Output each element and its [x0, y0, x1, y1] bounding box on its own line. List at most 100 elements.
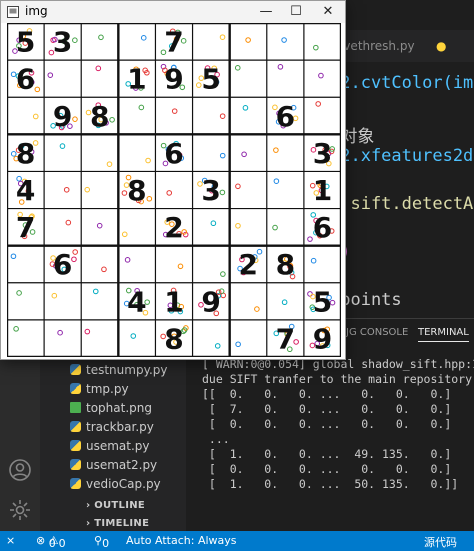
keypoint-marker [57, 329, 63, 336]
keypoint-marker [235, 341, 241, 348]
sudoku-digit: 2 [238, 248, 257, 281]
keypoint-marker [130, 333, 137, 339]
keypoint-marker [219, 113, 226, 119]
tab-ivethresh[interactable]: ivethresh.py [340, 30, 415, 62]
file-item[interactable]: usemat2.py [70, 458, 157, 476]
keypoint-marker [84, 328, 91, 335]
keypoint-marker [59, 143, 66, 149]
keypoint-marker [235, 183, 241, 190]
sudoku-digit: 6 [313, 211, 332, 244]
python-file-icon [70, 383, 81, 394]
port-count: 0 [102, 537, 110, 550]
remote-icon[interactable]: ⨯ [6, 534, 15, 547]
keypoint-marker [47, 72, 54, 78]
window-titlebar[interactable]: img — ☐ ✕ [1, 1, 345, 23]
keypoint-marker [138, 104, 145, 111]
errors-indicator[interactable]: ⊗ 0 ⚠ 0 [36, 534, 66, 550]
keypoint-marker [177, 263, 184, 270]
sudoku-digit: 8 [90, 100, 109, 133]
keypoint-marker [273, 147, 279, 153]
sudoku-digit: 7 [16, 211, 35, 244]
timeline-section[interactable]: › TIMELINE [86, 518, 149, 529]
sudoku-digit: 1 [313, 174, 332, 207]
file-name: usemat.py [86, 439, 150, 453]
file-item[interactable]: vedioCap.py [70, 477, 161, 495]
file-item[interactable]: usemat.py [70, 439, 150, 457]
keypoint-marker [313, 44, 319, 51]
file-item[interactable]: trackbar.py [70, 420, 154, 438]
terminal-line: [ 1. 0. 0. ... 50. 135. 0.]] [202, 477, 459, 491]
keypoint-marker [121, 190, 128, 196]
keypoint-marker [109, 116, 115, 123]
keypoint-marker [281, 299, 288, 306]
sudoku-digit: 9 [313, 322, 332, 355]
terminal-line: [[ 0. 0. 0. ... 0. 0. 0.] [202, 387, 452, 401]
code-line: v2.cvtColor(im [330, 73, 474, 93]
timeline-label: TIMELINE [94, 518, 150, 529]
status-right-text[interactable]: 源代码 [424, 534, 457, 550]
keypoint-marker [241, 151, 247, 158]
ports-indicator[interactable]: ⚲ 0 [94, 534, 109, 550]
account-icon[interactable] [8, 458, 32, 482]
sudoku-digit: 8 [16, 137, 35, 170]
file-name: testnumpy.py [86, 363, 168, 377]
sudoku-digit: 3 [53, 26, 72, 59]
tab-debug-console[interactable]: JG CONSOLE [346, 327, 408, 338]
sudoku-digit: 6 [276, 100, 295, 133]
keypoint-marker [242, 105, 249, 111]
keypoint-marker [34, 86, 41, 93]
keypoint-marker [171, 108, 178, 114]
keypoint-marker [10, 253, 17, 260]
sudoku-digit: 5 [201, 63, 220, 96]
sudoku-digit: 9 [201, 285, 220, 318]
code-line: = sift.detectA [330, 194, 474, 214]
maximize-button[interactable]: ☐ [281, 1, 311, 23]
keypoint-marker [210, 220, 217, 227]
sudoku-image: 5 3 76 1 9 59 8 68 6 34 8 3 17 2 66 2 84 1 9 58 7 9 [7, 23, 341, 357]
close-button[interactable]: ✕ [313, 1, 343, 23]
window-title: img [25, 4, 48, 18]
file-item[interactable]: testnumpy.py [70, 363, 168, 381]
file-name: tmp.py [86, 382, 129, 396]
sudoku-digit: 6 [164, 137, 183, 170]
tab-terminal[interactable]: TERMINAL [418, 327, 469, 342]
terminal-line: [ 0. 0. 0. ... 0. 0. 0.] [202, 462, 452, 476]
terminal-line: [ 1. 0. 0. ... 49. 135. 0.] [202, 447, 452, 461]
keypoint-marker [16, 290, 22, 296]
settings-gear-icon[interactable] [8, 498, 32, 522]
outline-section[interactable]: › OUTLINE [86, 500, 145, 511]
file-item[interactable]: tmp.py [70, 382, 129, 400]
file-item[interactable]: tophat.png [70, 401, 152, 419]
keypoint-marker [234, 65, 241, 71]
keypoint-marker [166, 190, 173, 196]
keypoint-marker [315, 101, 321, 107]
chevron-right-icon: › [86, 500, 95, 511]
keypoint-marker [219, 152, 226, 159]
auto-attach-status[interactable]: Auto Attach: Always [126, 534, 237, 547]
minimize-button[interactable]: — [251, 1, 281, 23]
tab-label: ivethresh.py [340, 39, 415, 53]
sudoku-digit: 8 [127, 174, 146, 207]
python-file-icon [70, 440, 81, 451]
keypoint-marker [106, 161, 113, 167]
file-name: vedioCap.py [86, 477, 161, 491]
tab-eroc[interactable]: ● eroc [436, 30, 474, 85]
sudoku-digit: 7 [276, 322, 295, 355]
sudoku-digit: 4 [127, 285, 146, 318]
file-name: trackbar.py [86, 420, 154, 434]
image-file-icon [70, 402, 81, 413]
keypoint-marker [220, 271, 226, 277]
sudoku-digit: 8 [164, 322, 183, 355]
keypoint-marker [84, 186, 91, 193]
sudoku-digit: 1 [127, 63, 146, 96]
keypoint-marker [101, 266, 107, 273]
sudoku-digit: 6 [53, 248, 72, 281]
keypoint-marker [146, 195, 153, 202]
keypoint-marker [272, 224, 278, 231]
keypoint-marker [219, 34, 226, 40]
error-count: 0 [48, 537, 56, 550]
keypoint-marker [273, 178, 280, 184]
keypoint-marker [72, 249, 78, 255]
terminal-line: ... [202, 432, 230, 446]
keypoint-marker [65, 219, 72, 226]
